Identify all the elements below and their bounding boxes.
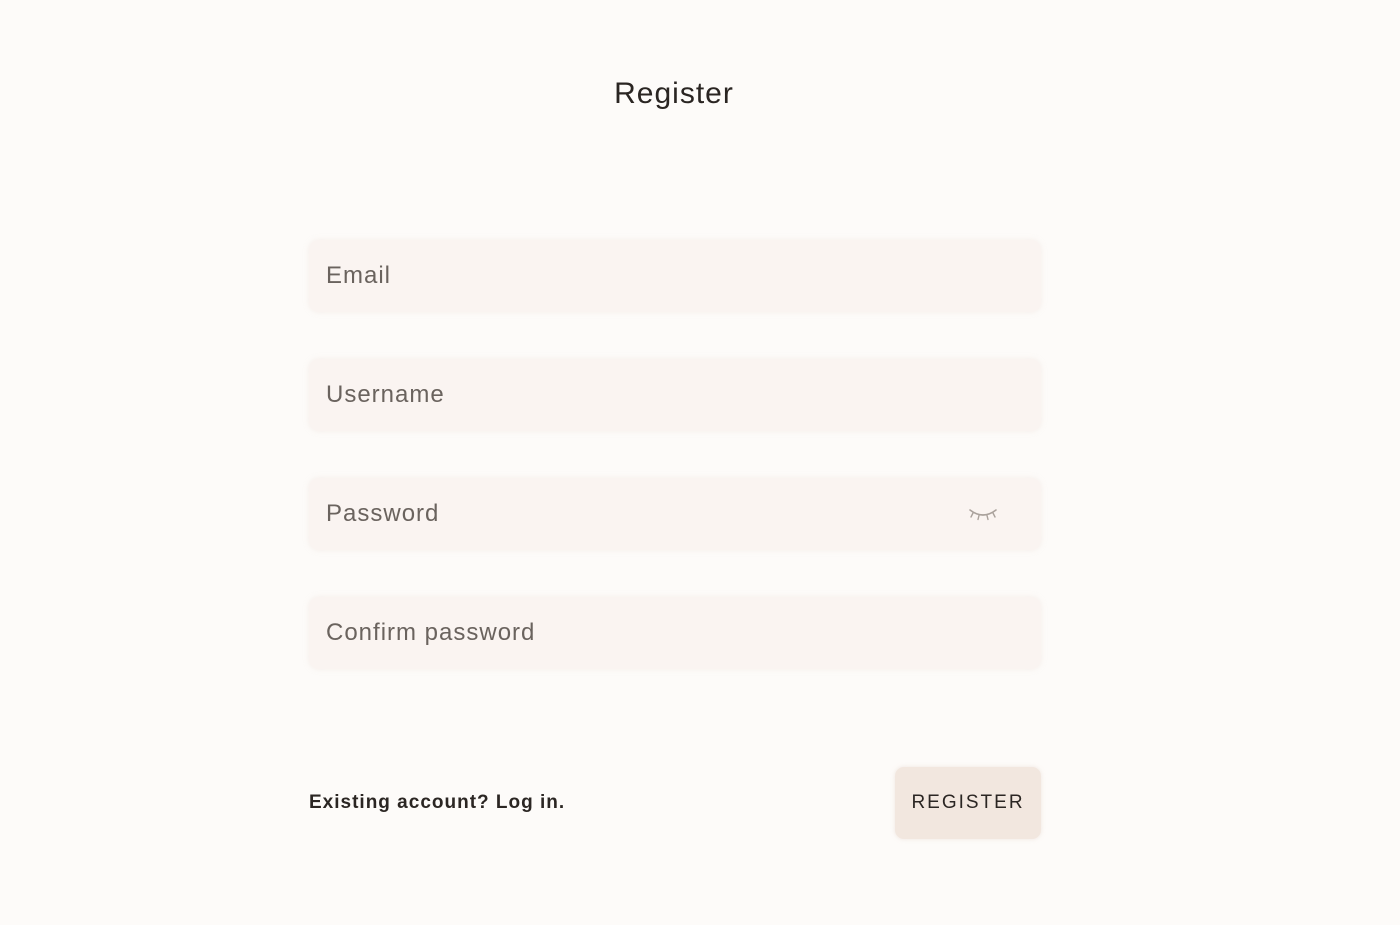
username-field[interactable]: [309, 359, 1041, 431]
confirm-password-field[interactable]: [309, 597, 1041, 669]
register-form: [309, 240, 1041, 716]
email-field[interactable]: [309, 240, 1041, 312]
form-footer: Existing account? Log in. REGISTER: [309, 767, 1041, 839]
login-link[interactable]: Existing account? Log in.: [309, 792, 565, 814]
page-title: Register: [614, 77, 734, 111]
confirm-password-field-container: [309, 597, 1041, 669]
password-field[interactable]: [309, 478, 1041, 550]
password-field-container: [309, 478, 1041, 550]
username-field-container: [309, 359, 1041, 431]
register-button[interactable]: REGISTER: [895, 767, 1041, 839]
eye-closed-icon[interactable]: [967, 502, 999, 526]
email-field-container: [309, 240, 1041, 312]
